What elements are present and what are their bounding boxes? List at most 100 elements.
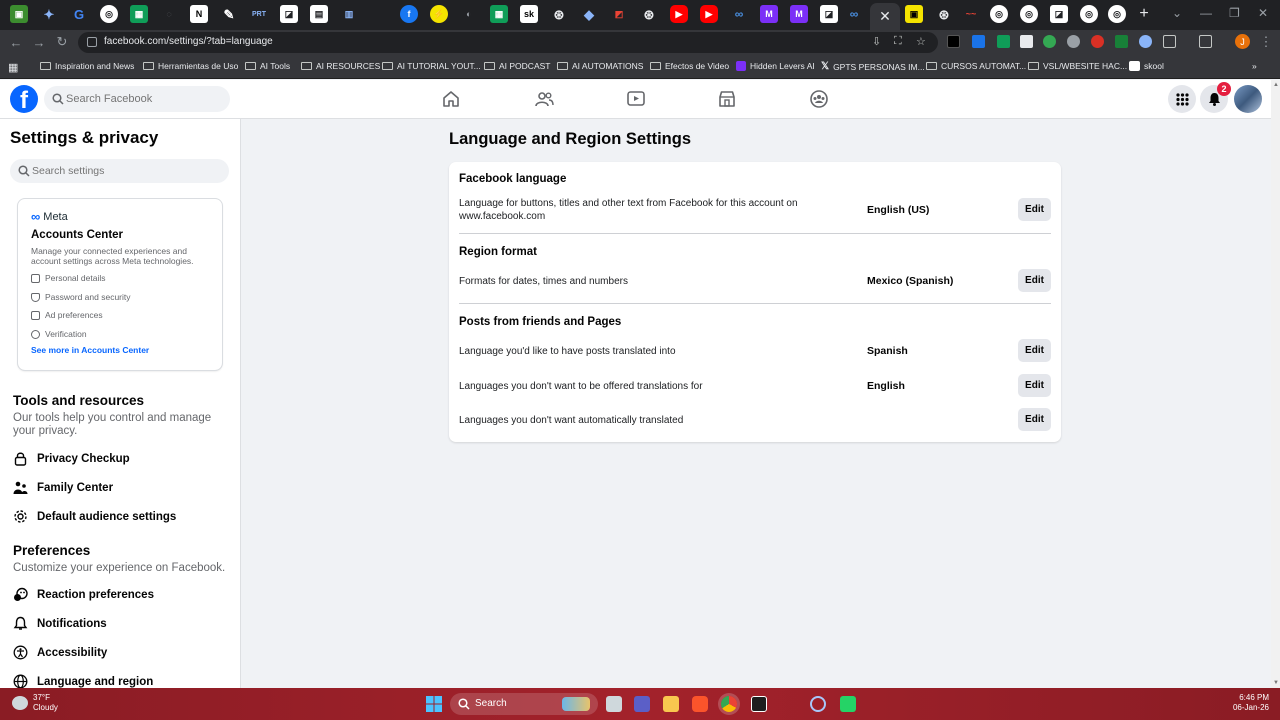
tab-favicon[interactable]: ◪	[1050, 5, 1068, 23]
groups-icon[interactable]	[809, 89, 829, 109]
edit-translate-into-button[interactable]: Edit	[1018, 339, 1051, 362]
youtube-tab-icon[interactable]: ▶	[670, 5, 688, 23]
tab-favicon[interactable]: ▣	[10, 5, 28, 23]
windows-start-icon[interactable]	[426, 696, 442, 712]
more-bookmarks-icon[interactable]: »	[1252, 61, 1257, 71]
tab-favicon[interactable]: PRT	[250, 5, 268, 23]
facebook-logo[interactable]: f	[10, 85, 38, 113]
tab-favicon[interactable]: ◎	[1108, 5, 1126, 23]
file-explorer-icon[interactable]	[663, 696, 679, 712]
extension-icon[interactable]	[1043, 35, 1056, 48]
chatgpt-tab-icon[interactable]: ⊛	[640, 5, 658, 23]
sidebar-item-privacy-checkup[interactable]: Privacy Checkup	[13, 451, 130, 466]
tab-favicon[interactable]: M	[790, 5, 808, 23]
side-panel-icon[interactable]	[1199, 35, 1212, 48]
translate-icon[interactable]: ⛶	[894, 35, 902, 48]
sidebar-item-language-and-region[interactable]: Language and region	[13, 674, 153, 688]
scroll-up-icon[interactable]: ▲	[1273, 82, 1279, 88]
sidebar-item-notifications[interactable]: Notifications	[13, 616, 107, 631]
bookmark-item[interactable]: AI PODCAST	[484, 61, 550, 71]
cortana-icon[interactable]	[810, 696, 826, 712]
page-scrollbar[interactable]: ▲ ▼	[1271, 80, 1280, 688]
tab-favicon[interactable]: ◪	[280, 5, 298, 23]
video-icon[interactable]	[626, 89, 646, 109]
site-info-icon[interactable]	[87, 37, 97, 47]
notion-tab-icon[interactable]: N	[190, 5, 208, 23]
profile-avatar[interactable]	[1234, 85, 1262, 113]
back-icon[interactable]: ←	[8, 34, 24, 50]
sidebar-item-accessibility[interactable]: Accessibility	[13, 645, 107, 660]
facebook-search[interactable]	[44, 86, 230, 112]
accounts-center-item[interactable]: Ad preferences	[31, 310, 103, 320]
tab-favicon[interactable]: ◐	[460, 5, 478, 23]
extension-icon[interactable]	[972, 35, 985, 48]
apps-grid-icon[interactable]: ▦	[8, 61, 18, 74]
maximize-icon[interactable]: ❐	[1229, 6, 1240, 20]
google-tab-icon[interactable]: G	[70, 5, 88, 23]
home-icon[interactable]	[441, 89, 461, 109]
forward-icon[interactable]: →	[31, 34, 47, 50]
accounts-center-item[interactable]: Password and security	[31, 292, 131, 302]
address-bar[interactable]: facebook.com/settings/?tab=language ⇩ ⛶ …	[78, 32, 938, 53]
extension-icon[interactable]	[1091, 35, 1104, 48]
settings-search[interactable]	[10, 159, 229, 183]
sheets-tab-icon[interactable]: ▦	[490, 5, 508, 23]
weather-cloud-icon[interactable]	[12, 696, 28, 710]
tab-favicon[interactable]: ◩	[610, 5, 628, 23]
tab-favicon[interactable]: ◪	[820, 5, 838, 23]
weather-widget[interactable]: 37°F Cloudy	[33, 693, 58, 713]
bookmark-item[interactable]: Efectos de Video	[650, 61, 729, 71]
meta-tab-icon[interactable]: ∞	[730, 5, 748, 23]
bookmark-item[interactable]: AI RESOURCES	[301, 61, 380, 71]
bookmark-item[interactable]: Herramientas de Uso	[143, 61, 238, 71]
accounts-center-item[interactable]: Personal details	[31, 273, 105, 283]
install-icon[interactable]: ⇩	[872, 35, 881, 48]
edit-facebook-language-button[interactable]: Edit	[1018, 198, 1051, 221]
extensions-puzzle-icon[interactable]	[1163, 35, 1176, 48]
bookmark-star-icon[interactable]: ☆	[916, 35, 926, 48]
accounts-center-card[interactable]: ∞ Meta Accounts Center Manage your conne…	[18, 199, 222, 370]
edit-no-offer-translations-button[interactable]: Edit	[1018, 374, 1051, 397]
tab-favicon[interactable]: sk	[520, 5, 538, 23]
bookmark-item[interactable]: skool	[1129, 61, 1164, 71]
chrome-icon[interactable]	[721, 696, 737, 712]
tab-favicon[interactable]: ▤	[310, 5, 328, 23]
bookmark-item[interactable]: AI TUTORIAL YOUT...	[382, 61, 481, 71]
sidebar-item-reaction-preferences[interactable]: Reaction preferences	[13, 587, 154, 602]
taskbar-clock[interactable]: 6:46 PM 06-Jan-26	[1233, 693, 1269, 713]
tab-favicon[interactable]: ✦	[40, 5, 58, 23]
extension-icon[interactable]	[997, 35, 1010, 48]
bookmark-item[interactable]: 𝕏 GPTS PERSONAS IM...	[821, 61, 925, 72]
tab-favicon[interactable]: ⚡	[430, 5, 448, 23]
brave-icon[interactable]	[692, 696, 708, 712]
bookmark-item[interactable]: VSL/WBESITE HAC...	[1028, 61, 1127, 71]
accounts-center-item[interactable]: Verification	[31, 329, 87, 339]
marketplace-icon[interactable]	[717, 89, 737, 109]
chatgpt-tab-icon[interactable]: ⊛	[550, 5, 568, 23]
active-tab-close-icon[interactable]: ✕	[870, 3, 900, 30]
tab-favicon[interactable]: ◆	[580, 5, 598, 23]
menu-button[interactable]	[1168, 85, 1196, 113]
tab-favicon[interactable]: ◎	[990, 5, 1008, 23]
profile-avatar[interactable]: J	[1235, 34, 1250, 49]
url-text[interactable]: facebook.com/settings/?tab=language	[104, 36, 273, 47]
tab-favicon[interactable]: M	[760, 5, 778, 23]
tab-favicon[interactable]: ◌	[160, 5, 178, 23]
sidebar-item-default-audience[interactable]: Default audience settings	[13, 509, 176, 524]
tab-favicon[interactable]: ◎	[1080, 5, 1098, 23]
see-more-accounts-center-link[interactable]: See more in Accounts Center	[31, 345, 149, 355]
extension-icon[interactable]	[947, 35, 960, 48]
capcut-icon[interactable]	[751, 696, 767, 712]
bookmark-item[interactable]: AI AUTOMATIONS	[557, 61, 643, 71]
tab-search-icon[interactable]: ⌄	[1172, 6, 1182, 20]
edit-region-format-button[interactable]: Edit	[1018, 269, 1051, 292]
reload-icon[interactable]: ↻	[54, 34, 70, 50]
teams-icon[interactable]	[634, 696, 650, 712]
scroll-down-icon[interactable]: ▼	[1273, 680, 1279, 686]
tab-favicon[interactable]: ◎	[1020, 5, 1038, 23]
bookmark-item[interactable]: Inspiration and News	[40, 61, 134, 71]
sidebar-item-family-center[interactable]: Family Center	[13, 480, 113, 495]
task-view-icon[interactable]	[606, 696, 622, 712]
new-tab-button[interactable]: +	[1135, 5, 1153, 23]
tab-favicon[interactable]: ~~	[962, 5, 980, 23]
